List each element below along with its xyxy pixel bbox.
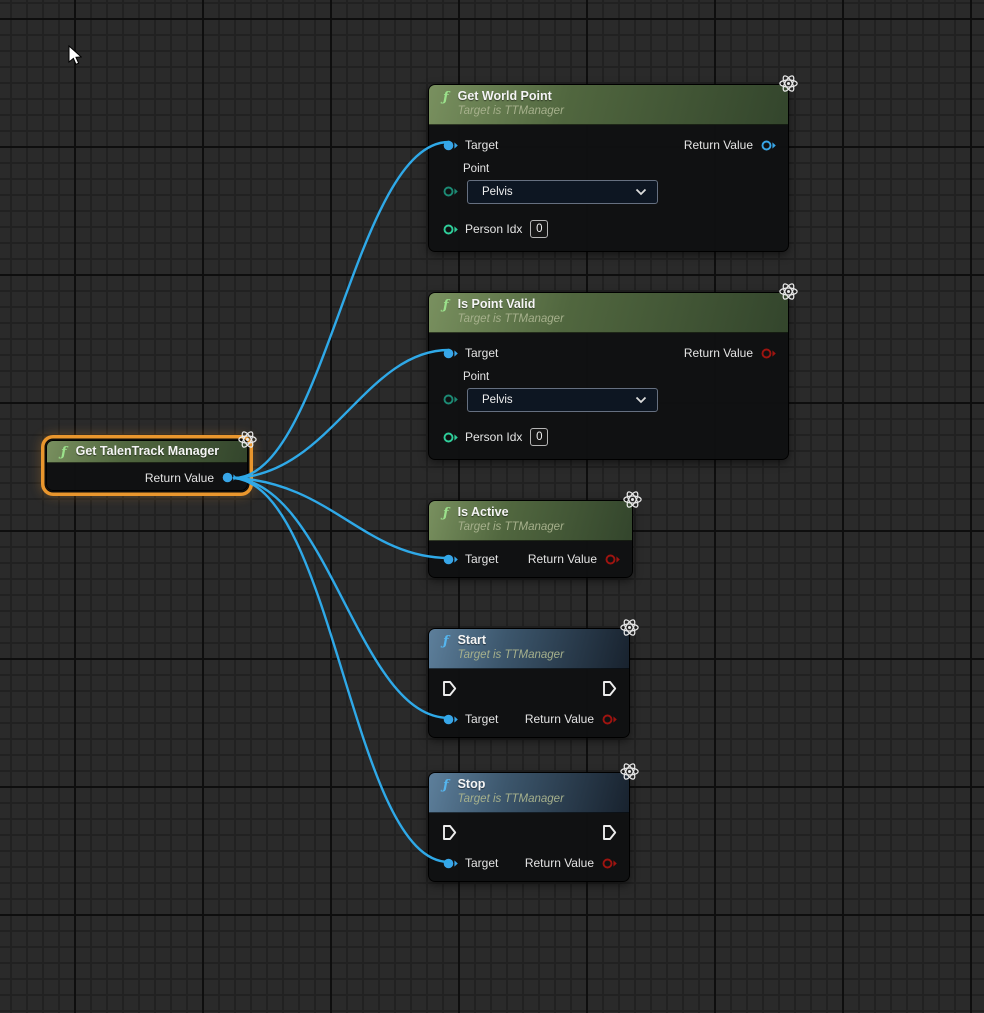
wire-manager-to-get-world-point[interactable] bbox=[234, 142, 449, 478]
mouse-cursor-icon bbox=[68, 45, 82, 71]
return-value-pin[interactable] bbox=[601, 713, 617, 726]
node-title: Stop bbox=[458, 777, 564, 792]
blueprint-canvas[interactable]: ƒ Get TalenTrack Manager Return Value ƒ … bbox=[0, 0, 984, 1013]
return-value-pin[interactable] bbox=[760, 139, 776, 152]
target-pin[interactable] bbox=[442, 553, 458, 566]
atom-icon bbox=[619, 761, 640, 787]
point-dropdown[interactable]: Pelvis bbox=[467, 388, 658, 412]
node-get-talentrack-manager[interactable]: ƒ Get TalenTrack Manager Return Value bbox=[46, 440, 248, 491]
return-value-pin[interactable] bbox=[760, 347, 776, 360]
chevron-down-icon bbox=[635, 396, 647, 404]
person-idx-label: Person Idx bbox=[465, 222, 522, 236]
node-is-active[interactable]: ƒ Is Active Target is TTManager Target R… bbox=[428, 500, 633, 578]
point-dropdown[interactable]: Pelvis bbox=[467, 180, 658, 204]
return-value-label: Return Value bbox=[145, 471, 214, 485]
return-value-label: Return Value bbox=[525, 856, 594, 870]
exec-out-pin[interactable] bbox=[602, 680, 617, 697]
point-label: Point bbox=[463, 371, 788, 386]
function-icon: ƒ bbox=[443, 506, 449, 521]
node-subtitle: Target is TTManager bbox=[458, 792, 564, 807]
function-icon: ƒ bbox=[443, 298, 449, 313]
wire-manager-to-stop[interactable] bbox=[234, 478, 449, 862]
node-start[interactable]: ƒ Start Target is TTManager bbox=[428, 628, 630, 738]
target-pin[interactable] bbox=[442, 857, 458, 870]
atom-icon bbox=[619, 617, 640, 643]
return-value-pin[interactable] bbox=[601, 857, 617, 870]
person-idx-input[interactable]: 0 bbox=[530, 428, 548, 446]
node-subtitle: Target is TTManager bbox=[458, 648, 564, 663]
return-value-label: Return Value bbox=[684, 346, 753, 360]
point-label: Point bbox=[463, 163, 788, 178]
node-subtitle: Target is TTManager bbox=[458, 104, 564, 119]
person-idx-input[interactable]: 0 bbox=[530, 220, 548, 238]
wire-manager-to-is-point-valid[interactable] bbox=[234, 350, 449, 478]
return-value-pin[interactable] bbox=[604, 553, 620, 566]
target-label: Target bbox=[465, 138, 498, 152]
atom-icon bbox=[622, 489, 643, 515]
target-pin[interactable] bbox=[442, 713, 458, 726]
person-idx-pin[interactable] bbox=[442, 431, 458, 444]
node-title: Start bbox=[458, 633, 564, 648]
function-icon: ƒ bbox=[443, 90, 449, 105]
point-dropdown-value: Pelvis bbox=[482, 186, 513, 198]
node-title: Get World Point bbox=[458, 89, 564, 104]
target-label: Target bbox=[465, 856, 498, 870]
point-pin[interactable] bbox=[442, 393, 458, 406]
point-dropdown-value: Pelvis bbox=[482, 394, 513, 406]
node-stop[interactable]: ƒ Stop Target is TTManager bbox=[428, 772, 630, 882]
return-value-label: Return Value bbox=[684, 138, 753, 152]
person-idx-label: Person Idx bbox=[465, 430, 522, 444]
target-label: Target bbox=[465, 346, 498, 360]
atom-icon bbox=[237, 429, 258, 455]
target-label: Target bbox=[465, 552, 498, 566]
function-icon: ƒ bbox=[61, 445, 67, 460]
atom-icon bbox=[778, 281, 799, 307]
return-value-pin[interactable] bbox=[221, 471, 237, 484]
point-pin[interactable] bbox=[442, 185, 458, 198]
node-subtitle: Target is TTManager bbox=[458, 312, 564, 327]
exec-out-pin[interactable] bbox=[602, 824, 617, 841]
exec-in-pin[interactable] bbox=[442, 824, 457, 841]
node-subtitle: Target is TTManager bbox=[458, 520, 564, 535]
function-icon: ƒ bbox=[443, 778, 449, 793]
target-pin[interactable] bbox=[442, 139, 458, 152]
target-pin[interactable] bbox=[442, 347, 458, 360]
wire-manager-to-start[interactable] bbox=[234, 478, 449, 718]
node-get-world-point[interactable]: ƒ Get World Point Target is TTManager Ta… bbox=[428, 84, 789, 252]
node-is-point-valid[interactable]: ƒ Is Point Valid Target is TTManager Tar… bbox=[428, 292, 789, 460]
function-icon: ƒ bbox=[443, 634, 449, 649]
exec-in-pin[interactable] bbox=[442, 680, 457, 697]
atom-icon bbox=[778, 73, 799, 99]
node-title: Is Point Valid bbox=[458, 297, 564, 312]
return-value-label: Return Value bbox=[525, 712, 594, 726]
chevron-down-icon bbox=[635, 188, 647, 196]
node-title: Get TalenTrack Manager bbox=[76, 444, 220, 459]
return-value-label: Return Value bbox=[528, 552, 597, 566]
person-idx-pin[interactable] bbox=[442, 223, 458, 236]
wire-manager-to-is-active[interactable] bbox=[234, 478, 449, 558]
node-title: Is Active bbox=[458, 505, 564, 520]
target-label: Target bbox=[465, 712, 498, 726]
